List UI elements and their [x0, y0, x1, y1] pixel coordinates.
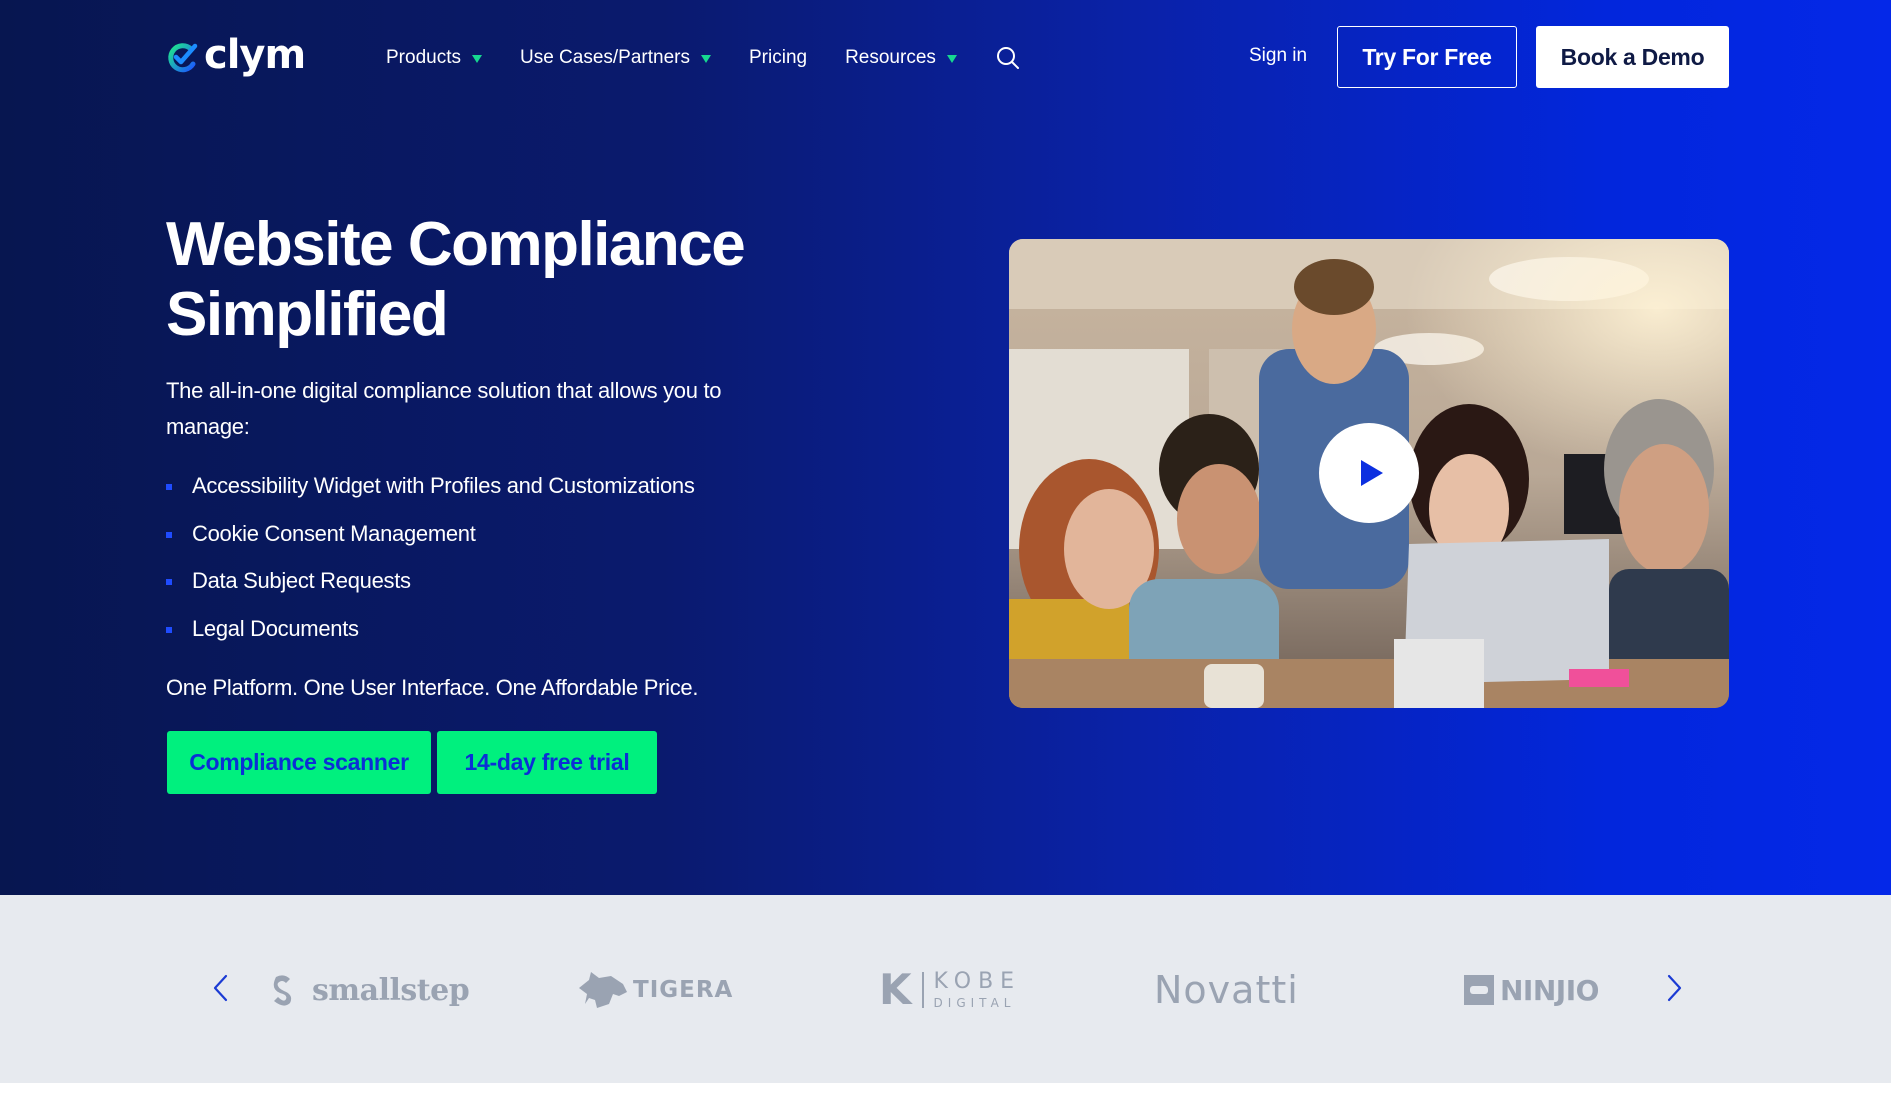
page-title: Website Compliance Simplified: [166, 210, 866, 350]
feature-text: Accessibility Widget with Profiles and C…: [192, 473, 695, 498]
caret-down-icon: [946, 55, 957, 63]
partner-logo-ninjio: NINJIO: [1464, 950, 1599, 1030]
check-circle-logo-icon: [168, 43, 198, 73]
nav-item-use-cases-partners[interactable]: Use Cases/Partners: [520, 47, 711, 69]
play-button[interactable]: [1319, 423, 1419, 523]
partner-logo-novatti: Novatti: [1154, 950, 1299, 1030]
sign-in-link[interactable]: Sign in: [1249, 45, 1307, 67]
title-line-1: Website Compliance: [166, 210, 746, 279]
feature-item: Accessibility Widget with Profiles and C…: [166, 468, 695, 516]
compliance-scanner-button[interactable]: Compliance scanner: [167, 731, 431, 794]
nav-label: Resources: [845, 47, 936, 68]
book-demo-button[interactable]: Book a Demo: [1536, 26, 1729, 88]
chevron-left-icon[interactable]: [207, 968, 235, 1008]
chevron-right-icon[interactable]: [1660, 968, 1688, 1008]
play-icon: [1361, 460, 1383, 486]
brand-name: clym: [204, 32, 306, 78]
try-for-free-button[interactable]: Try For Free: [1337, 26, 1517, 88]
feature-item: Data Subject Requests: [166, 563, 695, 611]
feature-text: Cookie Consent Management: [192, 520, 476, 546]
tiger-head-icon: [579, 972, 627, 1008]
main-nav: Products Use Cases/Partners Pricing Reso…: [386, 40, 1021, 76]
feature-text: Data Subject Requests: [192, 568, 411, 593]
partner-name: Novatti: [1154, 968, 1299, 1012]
feature-text: Legal Documents: [192, 615, 359, 641]
hero-subtitle: The all-in-one digital compliance soluti…: [166, 378, 722, 439]
partner-name: smallstep: [312, 972, 470, 1008]
bullet-icon: [166, 484, 172, 490]
divider: [921, 972, 924, 1008]
partner-logo-tigera: TIGERA: [577, 950, 733, 1030]
partner-logo-smallstep: smallstep: [270, 950, 470, 1030]
partner-subname: DIGITAL: [933, 996, 1016, 1010]
nav-label: Pricing: [749, 47, 808, 68]
hero-video[interactable]: [1009, 239, 1729, 708]
nav-item-products[interactable]: Products: [386, 47, 482, 69]
nav-label: Products: [386, 47, 461, 68]
partner-logos-carousel: smallstep TIGERA K KOBE DIGITAL Novatti …: [0, 895, 1891, 1083]
partner-name: KOBE: [933, 969, 1022, 994]
title-line-2: Simplified: [166, 280, 449, 349]
kobe-k-mark-icon: K: [879, 965, 912, 1014]
brand-logo[interactable]: clym: [166, 32, 306, 82]
tagline: One Platform. One User Interface. One Af…: [166, 675, 699, 700]
bullet-icon: [166, 579, 172, 585]
feature-list: Accessibility Widget with Profiles and C…: [166, 468, 695, 658]
partner-logo-kobe-digital: K KOBE DIGITAL: [879, 950, 1021, 1030]
caret-down-icon: [471, 55, 482, 63]
free-trial-button[interactable]: 14-day free trial: [437, 731, 657, 794]
search-icon[interactable]: [995, 45, 1021, 71]
partner-name: TIGERA: [633, 977, 734, 1003]
caret-down-icon: [701, 55, 711, 63]
partner-name: NINJIO: [1500, 973, 1599, 1007]
smallstep-mark-icon: [273, 975, 292, 1006]
hero-section: clym Products Use Cases/Partners Pricing…: [0, 0, 1891, 895]
feature-item: Legal Documents: [166, 611, 695, 659]
bullet-icon: [166, 531, 172, 538]
feature-item: Cookie Consent Management: [166, 516, 695, 564]
nav-item-resources[interactable]: Resources: [845, 47, 957, 69]
ninja-mask-icon: [1464, 975, 1494, 1005]
nav-item-pricing[interactable]: Pricing: [749, 47, 807, 69]
nav-label: Use Cases/Partners: [519, 47, 690, 68]
bullet-icon: [166, 626, 172, 633]
